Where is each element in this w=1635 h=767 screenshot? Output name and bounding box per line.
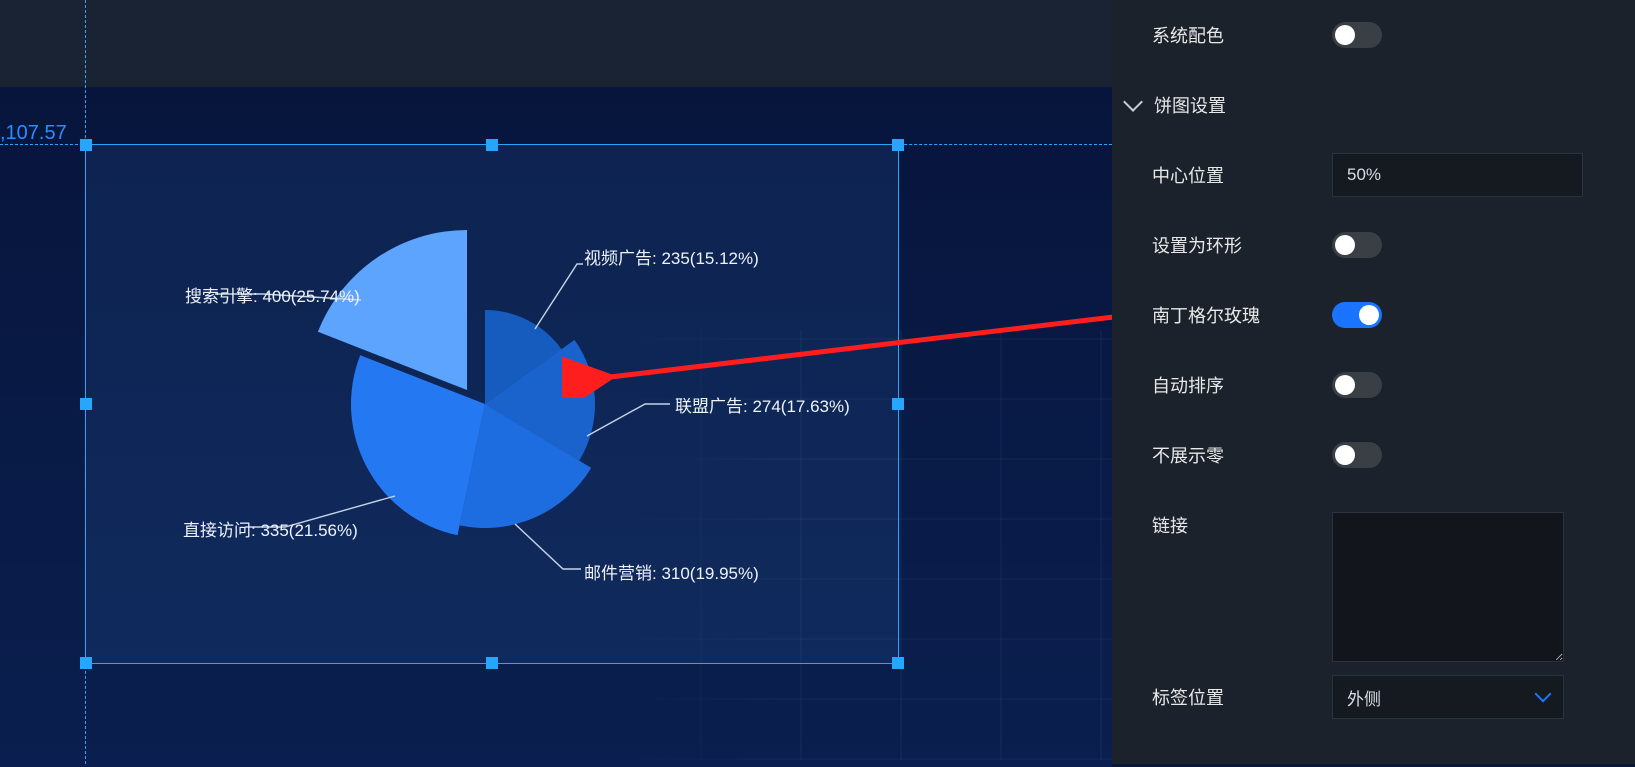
label-search: 搜索引擎: 400(25.74%) bbox=[185, 282, 360, 307]
label-video: 视频广告: 235(15.12%) bbox=[584, 244, 759, 269]
selection-coordinate-readout: ,107.57 bbox=[0, 122, 67, 145]
row-center-position: 中心位置 bbox=[1112, 140, 1607, 210]
label-mail: 邮件营销: 310(19.95%) bbox=[584, 559, 759, 584]
toggle-rose[interactable] bbox=[1332, 302, 1382, 328]
label-label-position: 标签位置 bbox=[1152, 684, 1332, 710]
chevron-down-icon bbox=[1535, 686, 1552, 703]
label-center-position: 中心位置 bbox=[1152, 162, 1332, 188]
section-header-pie-settings[interactable]: 饼图设置 bbox=[1112, 70, 1607, 140]
row-label-position: 标签位置 外侧 bbox=[1112, 662, 1607, 732]
select-label-position[interactable]: 外侧 bbox=[1332, 675, 1564, 719]
label-direct: 直接访问: 335(21.56%) bbox=[183, 516, 358, 541]
section-title: 饼图设置 bbox=[1154, 92, 1226, 118]
toggle-autosort[interactable] bbox=[1332, 372, 1382, 398]
label-union: 联盟广告: 274(17.63%) bbox=[675, 392, 850, 417]
slice-search[interactable] bbox=[318, 230, 467, 390]
label-ring: 设置为环形 bbox=[1152, 232, 1332, 258]
row-link: 链接 bbox=[1112, 490, 1607, 662]
row-hidezero: 不展示零 bbox=[1112, 420, 1607, 490]
toggle-ring[interactable] bbox=[1332, 232, 1382, 258]
label-rose: 南丁格尔玫瑰 bbox=[1152, 302, 1332, 328]
properties-panel: 系统配色 饼图设置 中心位置 设置为环形 南丁格尔玫瑰 自动排序 不展示零 链接… bbox=[1112, 0, 1635, 764]
row-rose: 南丁格尔玫瑰 bbox=[1112, 280, 1607, 350]
label-link: 链接 bbox=[1152, 512, 1332, 538]
textarea-link[interactable] bbox=[1332, 512, 1564, 662]
input-center-position[interactable] bbox=[1332, 153, 1583, 197]
toggle-hidezero[interactable] bbox=[1332, 442, 1382, 468]
row-system-color: 系统配色 bbox=[1112, 0, 1607, 70]
row-autosort: 自动排序 bbox=[1112, 350, 1607, 420]
rose-pie-chart[interactable]: 视频广告: 235(15.12%) 联盟广告: 274(17.63%) 邮件营销… bbox=[85, 144, 899, 664]
label-hidezero: 不展示零 bbox=[1152, 442, 1332, 468]
chevron-down-icon bbox=[1123, 92, 1143, 112]
row-ring: 设置为环形 bbox=[1112, 210, 1607, 280]
select-label-position-value: 外侧 bbox=[1347, 685, 1381, 710]
label-system-color: 系统配色 bbox=[1152, 22, 1332, 48]
toggle-system-color[interactable] bbox=[1332, 22, 1382, 48]
label-autosort: 自动排序 bbox=[1152, 372, 1332, 398]
